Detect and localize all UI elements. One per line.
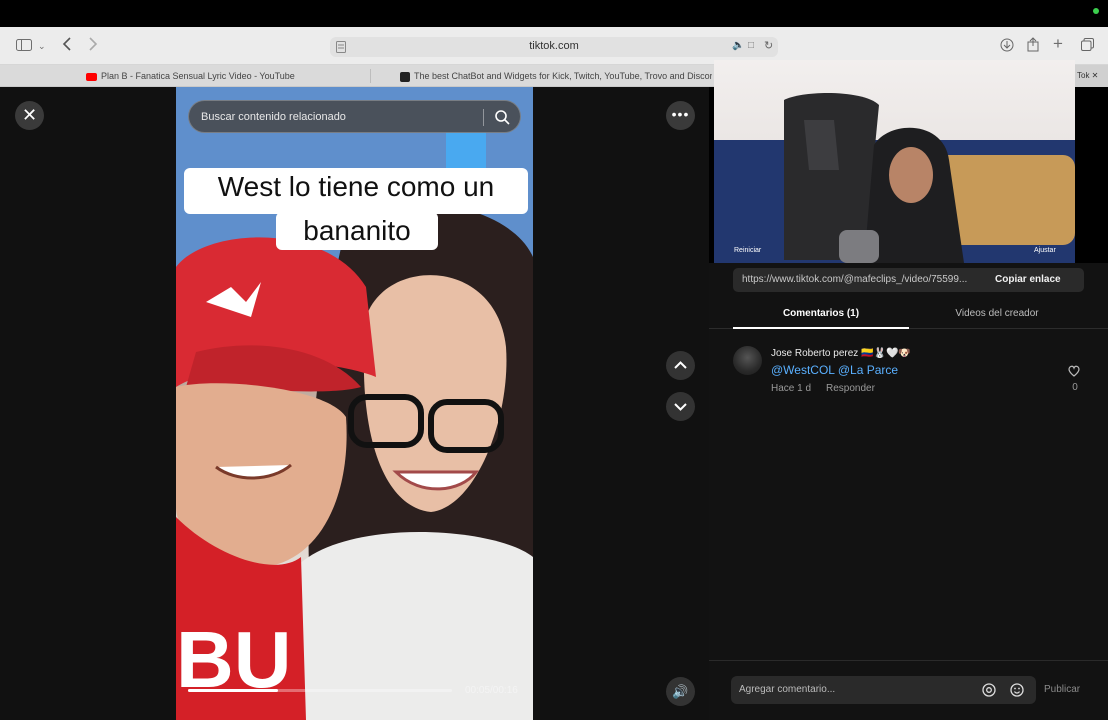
tab-tiktok[interactable]: Tok ✕ bbox=[1075, 65, 1108, 87]
share-link-box: https://www.tiktok.com/@mafeclips_/video… bbox=[733, 268, 1084, 292]
composer-divider bbox=[709, 660, 1108, 661]
comment-time: Hace 1 d bbox=[771, 383, 812, 394]
search-icon[interactable] bbox=[493, 108, 511, 126]
emoji-icon[interactable] bbox=[1010, 683, 1024, 697]
progress-fill bbox=[188, 689, 278, 692]
webcam-right-label: Ajustar bbox=[1034, 247, 1056, 254]
commenter-avatar[interactable] bbox=[733, 346, 762, 375]
next-video-button[interactable] bbox=[666, 392, 695, 421]
recording-indicator bbox=[1093, 8, 1099, 14]
publish-button[interactable]: Publicar bbox=[1044, 684, 1080, 695]
more-icon: ••• bbox=[671, 106, 690, 122]
reply-button[interactable]: Responder bbox=[826, 383, 875, 394]
tab-overview-icon[interactable] bbox=[1081, 38, 1094, 54]
search-divider bbox=[483, 109, 484, 126]
like-count: 0 bbox=[1072, 382, 1078, 393]
previous-video-button[interactable] bbox=[666, 351, 695, 380]
botrix-icon bbox=[400, 71, 410, 82]
comment-text[interactable]: @WestCOL @La Parce bbox=[771, 363, 898, 377]
tab-creator-videos[interactable]: Videos del creador bbox=[909, 308, 1085, 319]
new-tab-icon[interactable]: + bbox=[1053, 35, 1063, 52]
mention-icon[interactable] bbox=[982, 683, 996, 697]
tab-botrix[interactable]: The best ChatBot and Widgets for Kick, T… bbox=[400, 65, 712, 87]
youtube-icon bbox=[86, 72, 97, 81]
webcam-left-label: Reiniciar bbox=[734, 247, 762, 254]
close-button[interactable]: ✕ bbox=[15, 101, 44, 130]
tab-label: Plan B - Fanatica Sensual Lyric Video - … bbox=[101, 71, 295, 81]
webcam-overlay: Reiniciar Ajustar bbox=[714, 60, 1075, 263]
copy-link-button[interactable]: Copiar enlace bbox=[995, 274, 1061, 285]
tab-label: Tok ✕ bbox=[1077, 71, 1099, 80]
volume-icon: 🔊 bbox=[672, 684, 689, 699]
address-bar[interactable]: tiktok.com 🔈 □ ↻ bbox=[330, 37, 778, 57]
commenter-name[interactable]: Jose Roberto perez 🇨🇴🐰🤍🐶 bbox=[771, 348, 911, 359]
related-search-input[interactable]: Buscar contenido relacionado bbox=[188, 100, 521, 133]
tab-youtube[interactable]: Plan B - Fanatica Sensual Lyric Video - … bbox=[86, 65, 366, 87]
video-caption-line-2: bananito bbox=[276, 212, 438, 250]
audio-playing-icon[interactable]: 🔈 bbox=[732, 40, 744, 51]
comment-input[interactable]: Agregar comentario... bbox=[731, 676, 1036, 704]
reload-icon[interactable]: ↻ bbox=[764, 39, 773, 52]
url-text: tiktok.com bbox=[529, 40, 579, 52]
back-icon[interactable] bbox=[62, 37, 72, 54]
active-tab-indicator bbox=[733, 327, 909, 329]
comment-placeholder: Agregar comentario... bbox=[739, 684, 836, 695]
volume-button[interactable]: 🔊 bbox=[666, 677, 695, 706]
video-caption-line-1: West lo tiene como un bbox=[184, 168, 528, 214]
chevron-down-icon[interactable]: ⌄ bbox=[38, 38, 46, 54]
sidebar-toggle-icon[interactable] bbox=[16, 38, 32, 54]
download-icon[interactable] bbox=[1000, 38, 1014, 55]
more-options-button[interactable]: ••• bbox=[666, 101, 695, 130]
forward-icon[interactable] bbox=[88, 37, 98, 54]
chevron-down-icon bbox=[674, 403, 687, 411]
menu-bar bbox=[0, 0, 1108, 27]
time-display: 00:05/00:16 bbox=[465, 685, 518, 696]
share-link-url[interactable]: https://www.tiktok.com/@mafeclips_/video… bbox=[742, 274, 992, 285]
share-icon[interactable] bbox=[1027, 37, 1039, 55]
close-icon: ✕ bbox=[21, 105, 38, 125]
comments-panel bbox=[709, 263, 1108, 720]
search-placeholder: Buscar contenido relacionado bbox=[201, 111, 346, 123]
webcam-frame: Reiniciar Ajustar bbox=[714, 93, 1075, 263]
tab-label: The best ChatBot and Widgets for Kick, T… bbox=[414, 71, 712, 81]
tab-comments[interactable]: Comentarios (1) bbox=[733, 308, 909, 319]
heart-icon[interactable] bbox=[1067, 364, 1081, 378]
tab-divider bbox=[370, 69, 371, 83]
translate-icon[interactable]: □ bbox=[748, 40, 754, 51]
chevron-up-icon bbox=[674, 361, 687, 369]
